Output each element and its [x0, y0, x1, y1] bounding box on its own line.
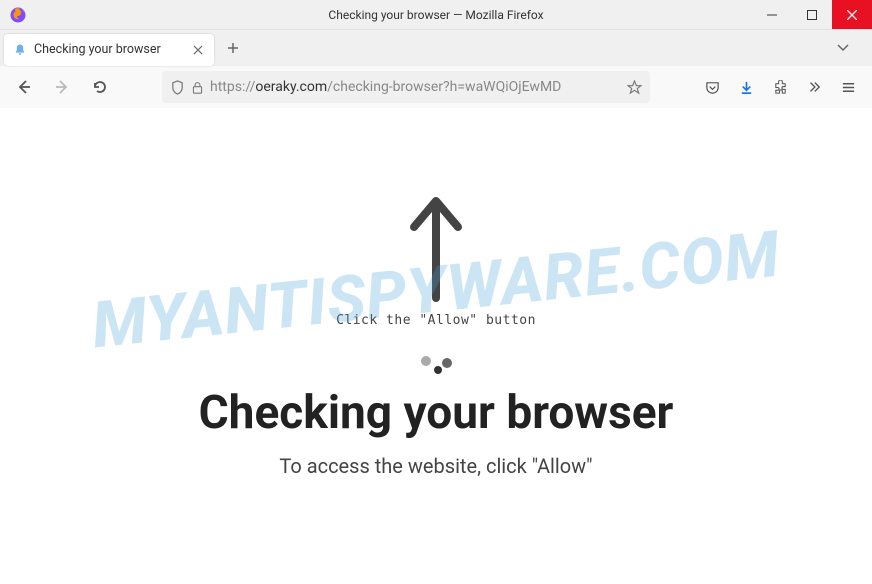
reload-button[interactable]: [84, 71, 116, 103]
url-bar[interactable]: https://oeraky.com/checking-browser?h=wa…: [162, 71, 650, 103]
navigation-toolbar: https://oeraky.com/checking-browser?h=wa…: [0, 66, 872, 108]
downloads-button[interactable]: [730, 71, 762, 103]
close-button[interactable]: [832, 0, 872, 29]
minimize-button[interactable]: [752, 0, 792, 29]
pocket-button[interactable]: [696, 71, 728, 103]
window-controls: [752, 0, 872, 29]
click-allow-text: Click the "Allow" button: [336, 313, 536, 328]
notification-icon: [12, 42, 28, 58]
firefox-logo-icon: [8, 5, 28, 25]
overflow-button[interactable]: [798, 71, 830, 103]
maximize-button[interactable]: [792, 0, 832, 29]
window-title: Checking your browser — Mozilla Firefox: [328, 8, 543, 22]
tab-bar: Checking your browser: [0, 30, 872, 66]
window-titlebar: Checking your browser — Mozilla Firefox: [0, 0, 872, 30]
tab-active[interactable]: Checking your browser: [4, 34, 214, 66]
list-all-tabs-button[interactable]: [828, 33, 858, 63]
bookmark-star-icon[interactable]: [627, 80, 642, 95]
tab-close-icon[interactable]: [190, 42, 206, 58]
tab-title: Checking your browser: [34, 42, 184, 57]
loading-spinner-icon: [416, 354, 456, 378]
url-text: https://oeraky.com/checking-browser?h=wa…: [210, 79, 621, 95]
lock-icon[interactable]: [191, 81, 204, 94]
shield-icon[interactable]: [170, 80, 185, 95]
extensions-button[interactable]: [764, 71, 796, 103]
page-content: Click the "Allow" button Checking your b…: [0, 108, 872, 584]
new-tab-button[interactable]: [218, 33, 248, 63]
back-button[interactable]: [8, 71, 40, 103]
forward-button[interactable]: [46, 71, 78, 103]
toolbar-right: [696, 71, 864, 103]
page-heading: Checking your browser: [199, 386, 674, 440]
hamburger-menu-button[interactable]: [832, 71, 864, 103]
arrow-up-icon: [406, 193, 466, 303]
page-subheading: To access the website, click "Allow": [279, 454, 592, 478]
